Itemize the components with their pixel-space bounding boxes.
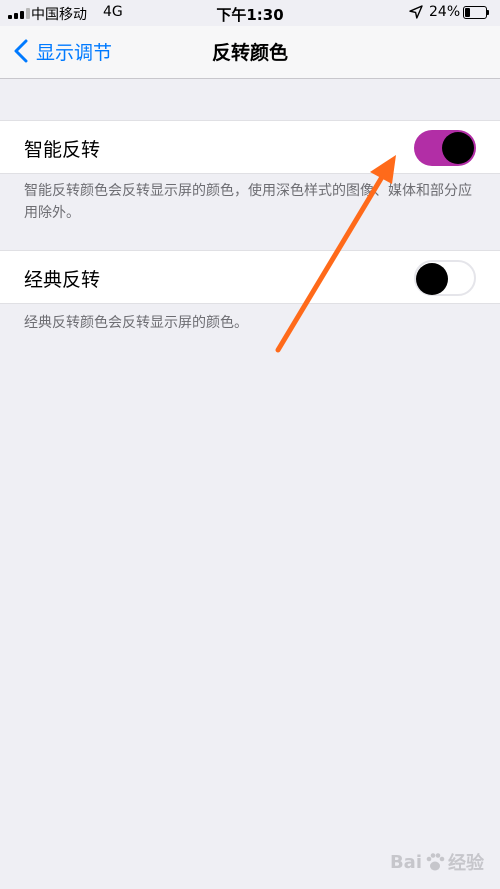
classic-invert-description: 经典反转颜色会反转显示屏的颜色。	[24, 315, 248, 331]
smart-invert-label: 智能反转	[24, 139, 101, 161]
toggle-knob	[416, 263, 448, 295]
location-arrow-icon	[409, 5, 423, 19]
status-time: 下午1:30	[216, 6, 284, 24]
classic-invert-label: 经典反转	[24, 269, 101, 291]
paw-icon	[426, 853, 445, 871]
watermark: Bai 经验	[390, 849, 484, 875]
classic-invert-toggle[interactable]	[414, 260, 476, 296]
smart-invert-toggle[interactable]	[414, 130, 476, 166]
toggle-knob	[442, 132, 474, 164]
watermark-text-left: Bai	[389, 851, 422, 873]
status-bar: 中国移动 4G 下午1:30 24%	[0, 0, 500, 26]
navigation-bar: 显示调节 反转颜色	[0, 26, 500, 79]
smart-invert-description: 智能反转颜色会反转显示屏的颜色，使用深色样式的图像、媒体和部分应用除外。	[24, 183, 472, 221]
page-title: 反转颜色	[211, 42, 288, 64]
watermark-text-right: 经验	[448, 853, 484, 874]
battery-icon	[463, 6, 489, 19]
battery-percentage: 24%	[429, 4, 461, 20]
smart-invert-row: 智能反转	[0, 120, 500, 174]
classic-invert-row: 经典反转	[0, 250, 500, 304]
